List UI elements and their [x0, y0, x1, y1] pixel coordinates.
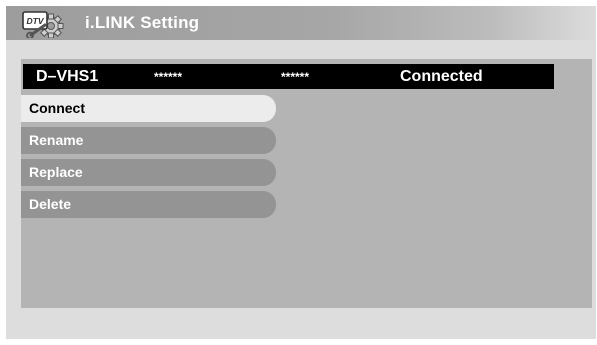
- connection-status: Connected: [400, 68, 483, 85]
- menu-item-delete[interactable]: Delete: [21, 191, 276, 218]
- osd-screen: DTV i.LINK Setting D–VHS1 ****** ****** …: [6, 6, 596, 339]
- settings-panel: D–VHS1 ****** ****** Connected Connect R…: [21, 59, 592, 308]
- device-field-1: ******: [154, 70, 183, 84]
- window-title: i.LINK Setting: [85, 13, 200, 32]
- menu-item-replace[interactable]: Replace: [21, 159, 276, 186]
- dtv-gear-icon: DTV: [21, 10, 67, 40]
- menu-item-connect[interactable]: Connect: [21, 95, 276, 122]
- device-row: D–VHS1 ****** ****** Connected: [23, 64, 554, 89]
- title-bar: DTV i.LINK Setting: [6, 6, 596, 40]
- menu-item-rename[interactable]: Rename: [21, 127, 276, 154]
- device-field-2: ******: [281, 70, 310, 84]
- dtv-icon-label: DTV: [27, 16, 45, 26]
- device-name: D–VHS1: [36, 68, 99, 85]
- action-menu: Connect Rename Replace Delete: [21, 95, 277, 223]
